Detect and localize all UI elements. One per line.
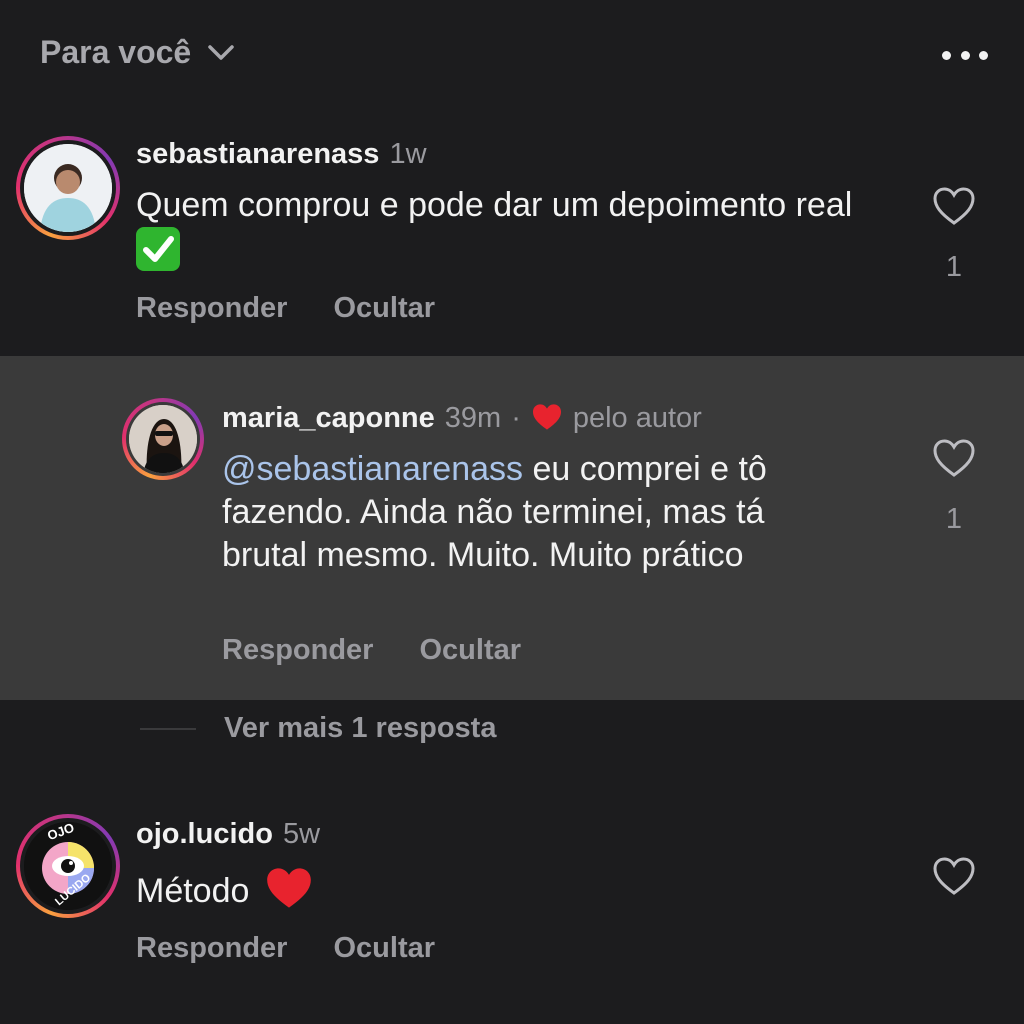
chevron-down-icon [207, 44, 235, 62]
feed-title: Para você [40, 34, 192, 70]
like-button[interactable] [930, 438, 978, 478]
reply-time: 39m [444, 402, 502, 434]
avatar[interactable] [122, 398, 204, 480]
avatar[interactable] [16, 136, 120, 240]
reply-text: @sebastianarenass eu comprei e tô fazend… [222, 450, 767, 574]
comment-time: 1w [389, 138, 427, 170]
like-button[interactable] [930, 186, 978, 226]
check-mark-emoji [136, 227, 180, 271]
header: Para você [0, 0, 1024, 110]
heart-outline-icon [933, 187, 975, 225]
hide-button[interactable]: Ocultar [333, 932, 435, 965]
separator-dot: · [511, 402, 521, 434]
comment-text: Quem comprou e pode dar um depoimento re… [136, 184, 896, 274]
mention-link[interactable]: @sebastianarenass [222, 450, 523, 488]
like-button[interactable] [930, 856, 978, 896]
comment-username[interactable]: sebastianarenass [136, 138, 379, 171]
more-options-icon[interactable] [942, 40, 988, 70]
like-count: 1 [945, 503, 963, 535]
reply-button[interactable]: Responder [136, 932, 287, 965]
red-heart-icon [531, 402, 563, 435]
red-heart-emoji [265, 866, 313, 921]
reply-username[interactable]: maria_caponne [222, 402, 435, 435]
author-like-badge: pelo autor [572, 402, 702, 434]
heart-outline-icon [933, 857, 975, 895]
view-more-replies-button[interactable]: Ver mais 1 resposta [140, 712, 496, 745]
comment-username[interactable]: ojo.lucido [136, 818, 273, 851]
comment-time: 5w [282, 818, 321, 850]
reply-button[interactable]: Responder [222, 634, 373, 667]
comment-text: Método [136, 866, 836, 921]
reply-button[interactable]: Responder [136, 292, 287, 325]
thread-line [140, 727, 196, 730]
feed-selector[interactable]: Para você [40, 34, 235, 71]
comments-page: Para você sebastianarenass 1w Quem compr… [0, 0, 1024, 1024]
avatar[interactable]: OJO LUCIDO [16, 814, 120, 918]
hide-button[interactable]: Ocultar [333, 292, 435, 325]
view-more-replies-label: Ver mais 1 resposta [224, 712, 497, 744]
heart-outline-icon [933, 439, 975, 477]
hide-button[interactable]: Ocultar [419, 634, 521, 667]
like-count: 1 [945, 251, 963, 283]
